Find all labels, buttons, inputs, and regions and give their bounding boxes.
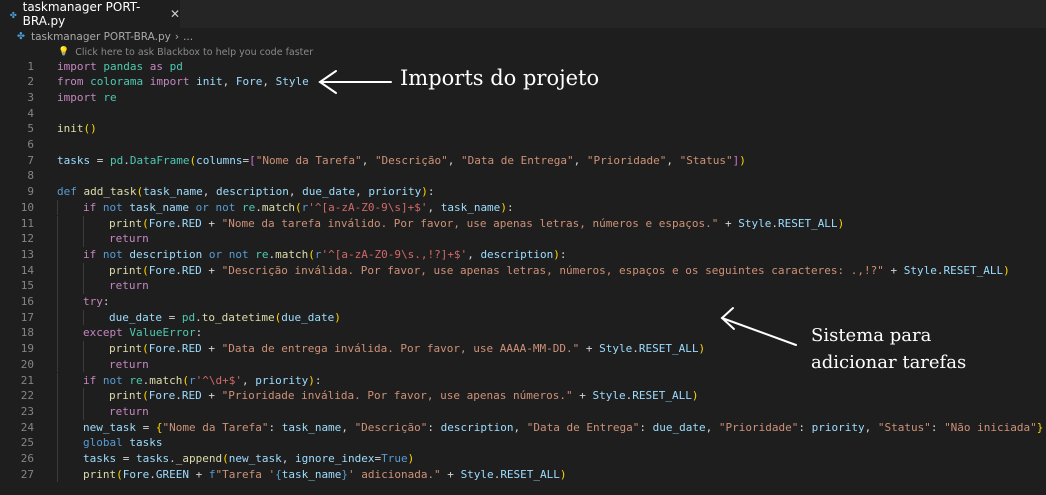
annotation-imports: Imports do projeto — [400, 66, 600, 90]
annotation-sistema-line1: Sistema para — [811, 325, 932, 346]
annotation-sistema: Sistema para adicionar tarefas — [811, 322, 966, 376]
arrow-to-function — [720, 307, 797, 346]
annotation-sistema-line2: adicionar tarefas — [811, 352, 967, 373]
arrow-left-imports — [318, 70, 392, 94]
